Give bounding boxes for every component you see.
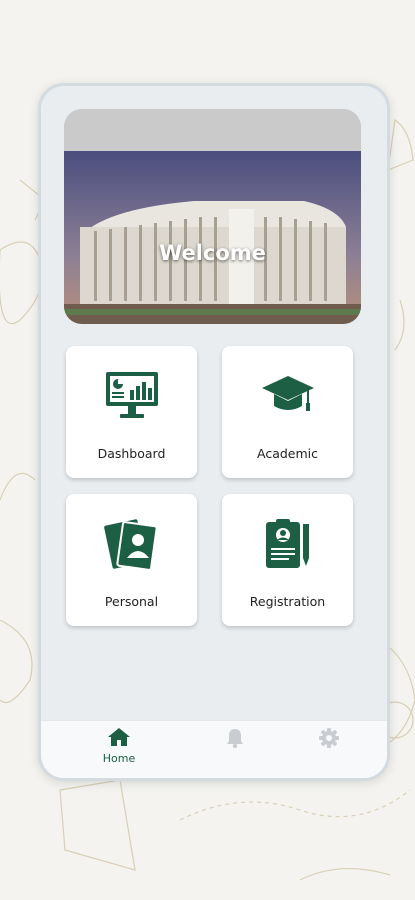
nav-home[interactable]: Home [89,727,149,765]
bell-icon [227,729,243,749]
dashboard-tile[interactable]: Dashboard [66,346,197,478]
academic-tile[interactable]: Academic [222,346,353,478]
personal-label: Personal [104,594,159,609]
home-icon [108,728,130,746]
personal-tile[interactable]: Personal [66,494,197,626]
bottom-navigation: Home [41,720,387,778]
welcome-banner: Welcome [64,109,361,324]
app-screen: Welcome Dashboard Academic Personal Regi… [38,83,390,781]
registration-tile[interactable]: Registration [222,494,353,626]
graduation-cap-icon [261,376,314,411]
campus-building-image [64,109,361,324]
nav-settings[interactable] [299,727,359,753]
registration-form-icon [265,519,309,568]
registration-label: Registration [249,594,326,609]
nav-notifications[interactable] [205,727,265,753]
dashboard-monitor-icon [105,372,158,418]
gear-icon [319,728,339,748]
welcome-title: Welcome [159,241,266,265]
dashboard-label: Dashboard [97,446,166,461]
id-cards-icon [103,519,158,571]
nav-home-label: Home [102,752,136,765]
academic-label: Academic [256,446,318,461]
